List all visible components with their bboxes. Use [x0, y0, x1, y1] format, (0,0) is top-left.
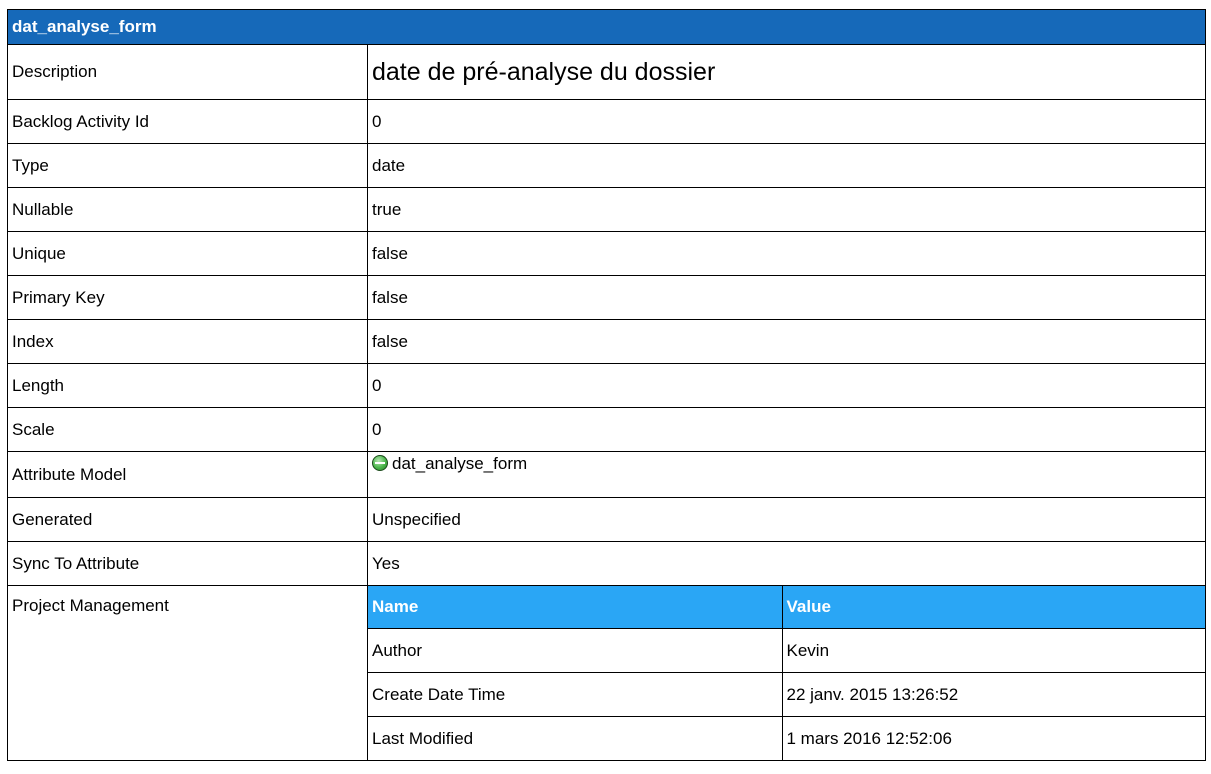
- property-value: 0: [367, 363, 1206, 408]
- property-label: Scale: [7, 407, 368, 452]
- attribute-properties-table: dat_analyse_form Description date de pré…: [7, 9, 1206, 761]
- property-label: Nullable: [7, 187, 368, 232]
- property-label: Project Management: [7, 585, 368, 761]
- pm-name-cell: Create Date Time: [368, 672, 783, 717]
- property-label: Description: [7, 44, 368, 100]
- property-value: 0: [367, 99, 1206, 144]
- table-title-row: dat_analyse_form: [7, 9, 1206, 45]
- property-value: true: [367, 187, 1206, 232]
- property-row-scale: Scale 0: [7, 407, 1206, 452]
- property-value: dat_analyse_form: [367, 451, 1206, 498]
- property-row-attribute-model: Attribute Model dat_analyse_form: [7, 451, 1206, 498]
- property-label: Primary Key: [7, 275, 368, 320]
- property-label: Unique: [7, 231, 368, 276]
- property-row-generated: Generated Unspecified: [7, 497, 1206, 542]
- pm-name-cell: Author: [368, 628, 783, 673]
- attribute-detail-page: dat_analyse_form Description date de pré…: [0, 0, 1211, 774]
- property-label: Sync To Attribute: [7, 541, 368, 586]
- property-value: Yes: [367, 541, 1206, 586]
- property-label: Backlog Activity Id: [7, 99, 368, 144]
- pm-value-cell: 1 mars 2016 12:52:06: [781, 716, 1205, 760]
- property-row-index: Index false: [7, 319, 1206, 364]
- property-row-backlog-activity-id: Backlog Activity Id 0: [7, 99, 1206, 144]
- property-row-length: Length 0: [7, 363, 1206, 408]
- property-row-type: Type date: [7, 143, 1206, 188]
- table-row: Last Modified 1 mars 2016 12:52:06: [368, 716, 1205, 760]
- pm-column-header-name: Name: [368, 586, 783, 629]
- property-label: Index: [7, 319, 368, 364]
- property-label: Type: [7, 143, 368, 188]
- property-value: date: [367, 143, 1206, 188]
- pm-header-row: Name Value: [368, 586, 1205, 629]
- pm-name-cell: Last Modified: [368, 716, 783, 760]
- pm-column-header-value: Value: [781, 586, 1205, 629]
- property-row-primary-key: Primary Key false: [7, 275, 1206, 320]
- attribute-model-link[interactable]: dat_analyse_form: [392, 454, 527, 473]
- property-value: Unspecified: [367, 497, 1206, 542]
- property-value: false: [367, 275, 1206, 320]
- property-label: Generated: [7, 497, 368, 542]
- table-row: Author Kevin: [368, 628, 1205, 673]
- project-management-cell: Name Value Author Kevin Create Date Time…: [367, 585, 1206, 761]
- property-row-unique: Unique false: [7, 231, 1206, 276]
- attribute-title: dat_analyse_form: [7, 9, 1206, 45]
- property-value: false: [367, 319, 1206, 364]
- property-row-description: Description date de pré-analyse du dossi…: [7, 44, 1206, 100]
- attribute-model-icon: [372, 455, 388, 471]
- property-row-nullable: Nullable true: [7, 187, 1206, 232]
- property-label: Length: [7, 363, 368, 408]
- property-label: Attribute Model: [7, 451, 368, 498]
- project-management-table: Name Value Author Kevin Create Date Time…: [368, 586, 1205, 760]
- property-row-project-management: Project Management Name Value Author Kev…: [7, 585, 1206, 761]
- property-value: 0: [367, 407, 1206, 452]
- property-value: false: [367, 231, 1206, 276]
- pm-value-cell: Kevin: [781, 628, 1205, 673]
- property-row-sync-to-attribute: Sync To Attribute Yes: [7, 541, 1206, 586]
- property-value: date de pré-analyse du dossier: [367, 44, 1206, 100]
- pm-value-cell: 22 janv. 2015 13:26:52: [781, 672, 1205, 717]
- table-row: Create Date Time 22 janv. 2015 13:26:52: [368, 672, 1205, 717]
